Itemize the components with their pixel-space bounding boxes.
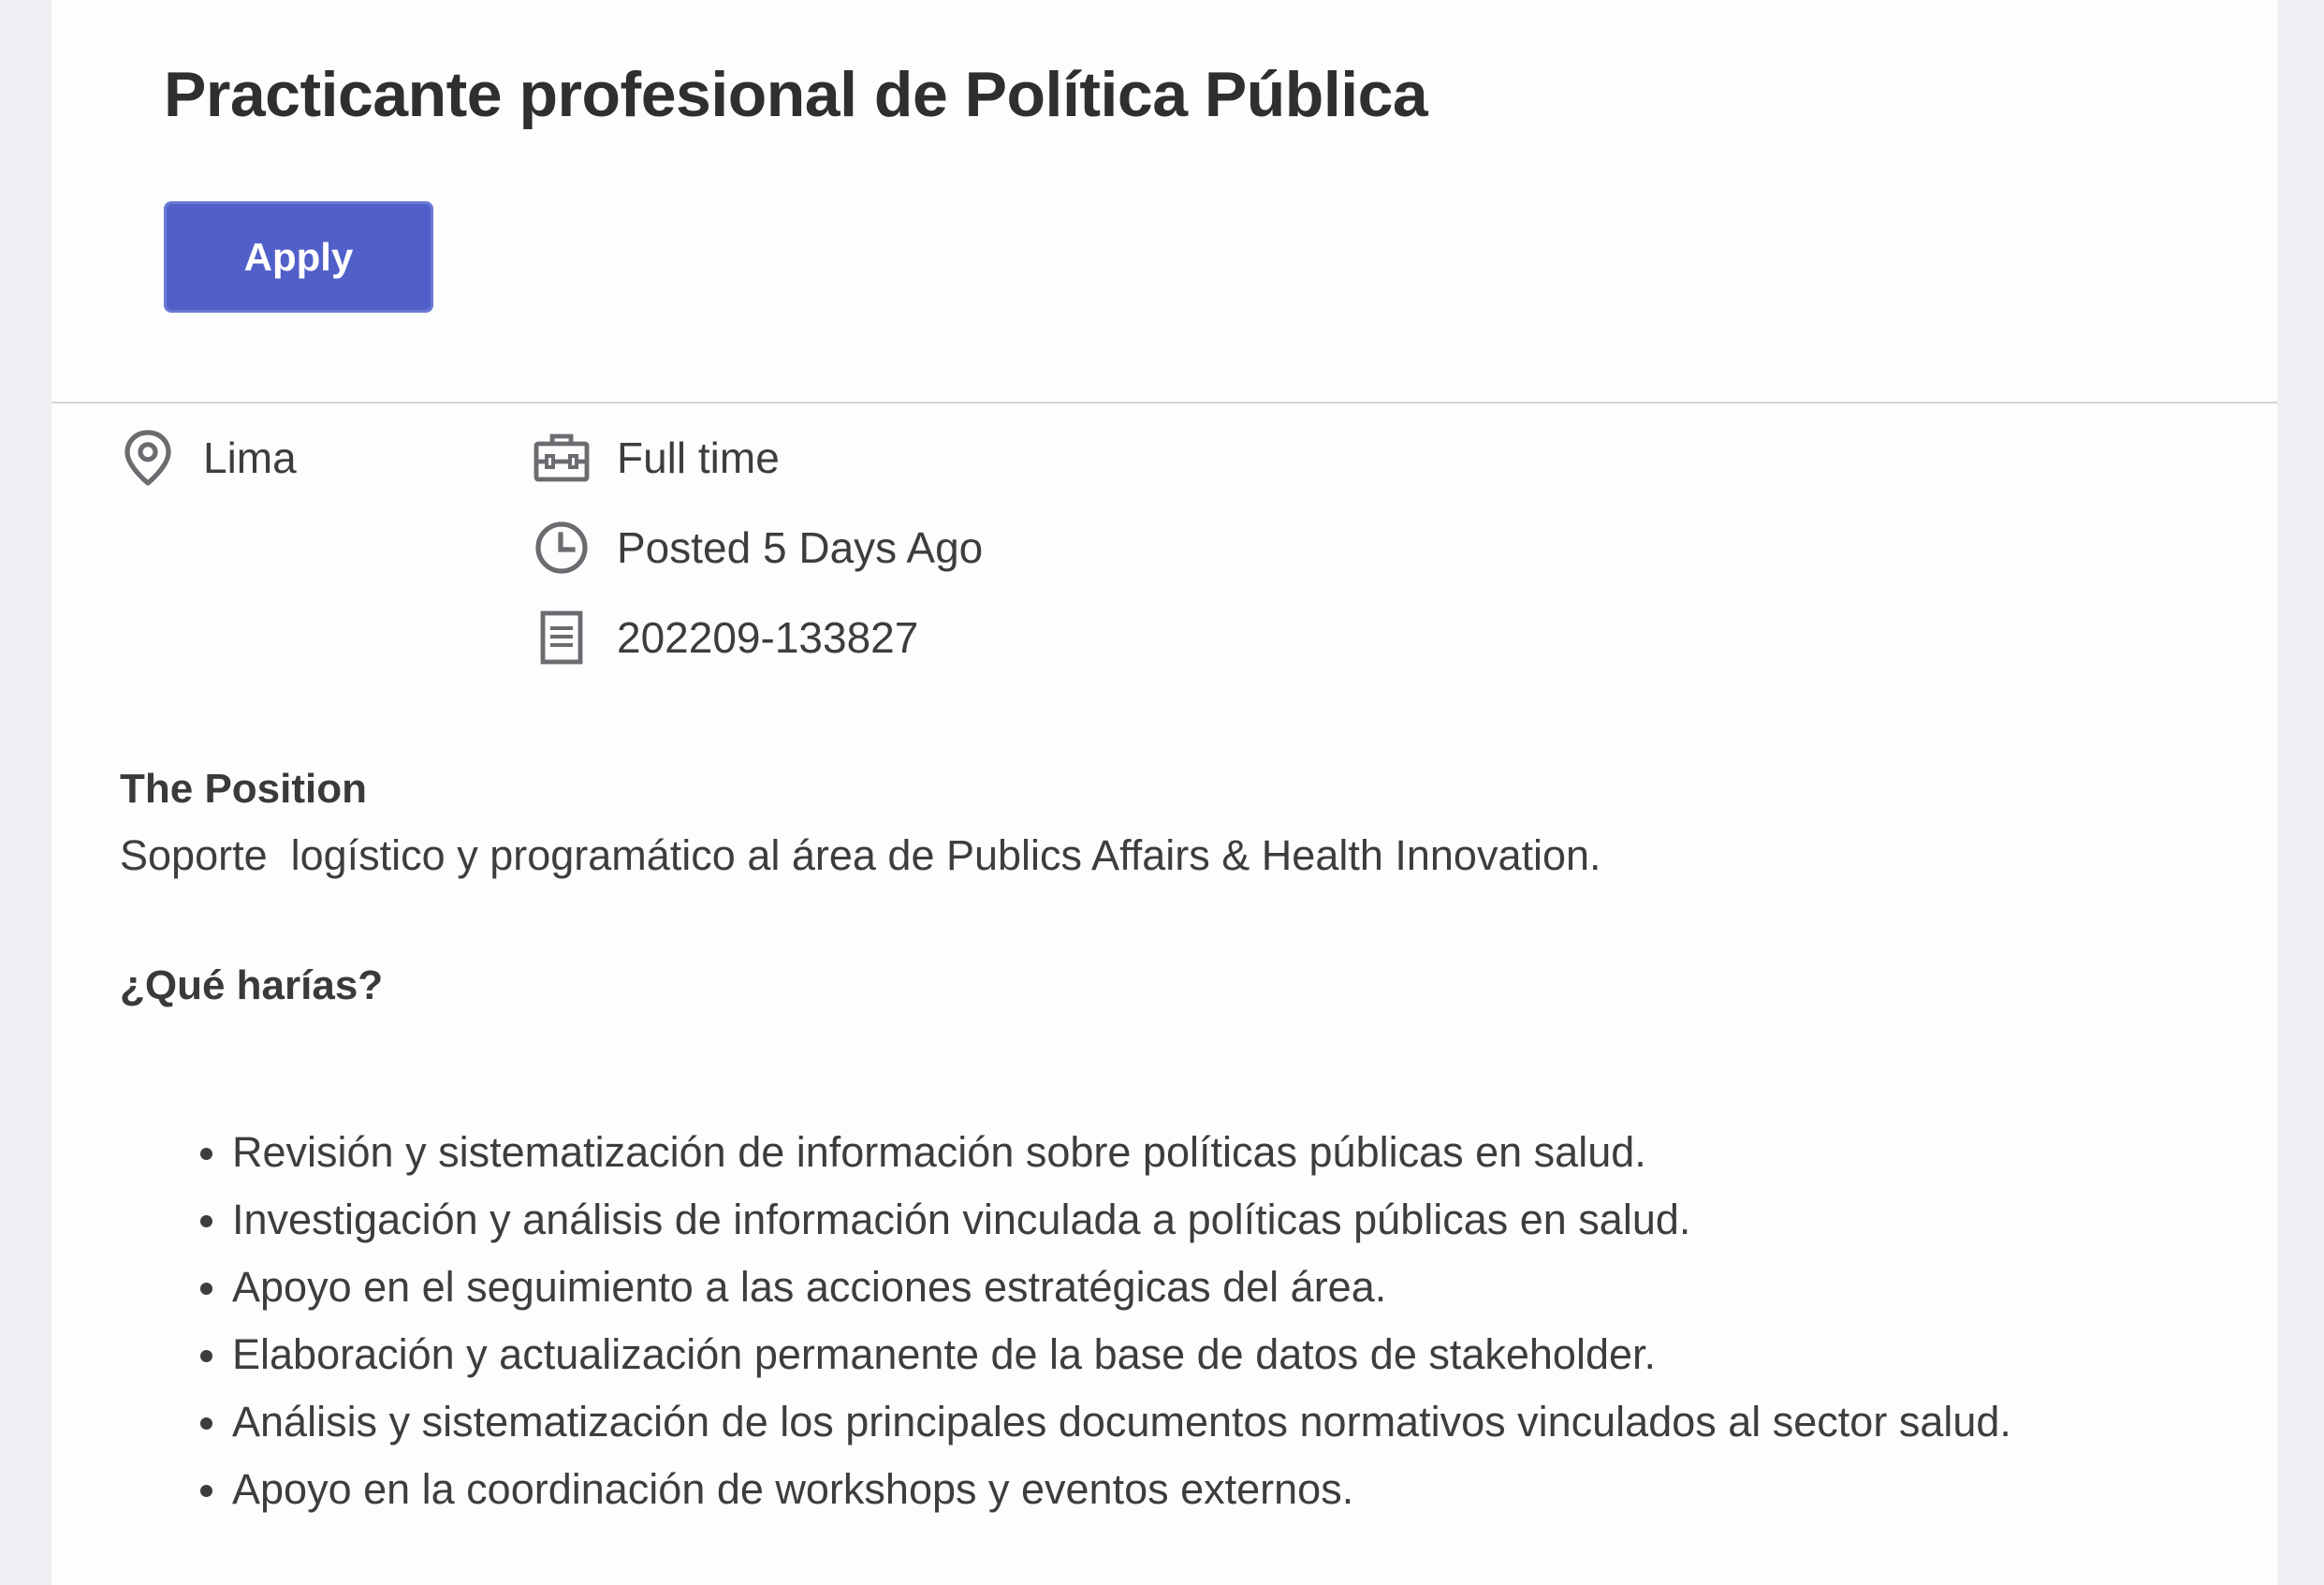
- clock-icon: [531, 517, 592, 579]
- job-header: Practicante profesional de Política Públ…: [51, 0, 2277, 404]
- list-item: Apoyo en la coordinación de workshops y …: [200, 1456, 2123, 1523]
- job-type-text: Full time: [617, 433, 780, 482]
- location-pin-icon: [117, 427, 179, 489]
- list-item: Análisis y sistematización de los princi…: [200, 1388, 2123, 1456]
- briefcase-icon: [531, 427, 592, 489]
- duties-list: Revisión y sistematización de informació…: [200, 1119, 2123, 1523]
- posted-text: Posted 5 Days Ago: [617, 523, 984, 572]
- document-icon: [531, 607, 592, 668]
- duties-heading: ¿Qué harías?: [120, 962, 384, 1008]
- job-posting-card: Practicante profesional de Política Públ…: [51, 0, 2277, 1585]
- position-heading: The Position: [120, 766, 367, 812]
- position-description: Soporte logístico y programático al área…: [120, 831, 1601, 879]
- list-item: Elaboración y actualización permanente d…: [200, 1321, 2123, 1388]
- job-title: Practicante profesional de Política Públ…: [164, 59, 1428, 130]
- list-item: Revisión y sistematización de informació…: [200, 1119, 2123, 1186]
- location-text: Lima: [203, 433, 297, 482]
- apply-button[interactable]: Apply: [164, 201, 433, 313]
- meta-posted: Posted 5 Days Ago: [531, 517, 983, 579]
- list-item: Apoyo en el seguimiento a las acciones e…: [200, 1254, 2123, 1321]
- meta-job-type: Full time: [531, 427, 780, 489]
- meta-requisition-id: 202209-133827: [531, 607, 918, 668]
- meta-location: Lima: [117, 427, 297, 489]
- requisition-id-text: 202209-133827: [617, 613, 919, 662]
- list-item: Investigación y análisis de información …: [200, 1186, 2123, 1254]
